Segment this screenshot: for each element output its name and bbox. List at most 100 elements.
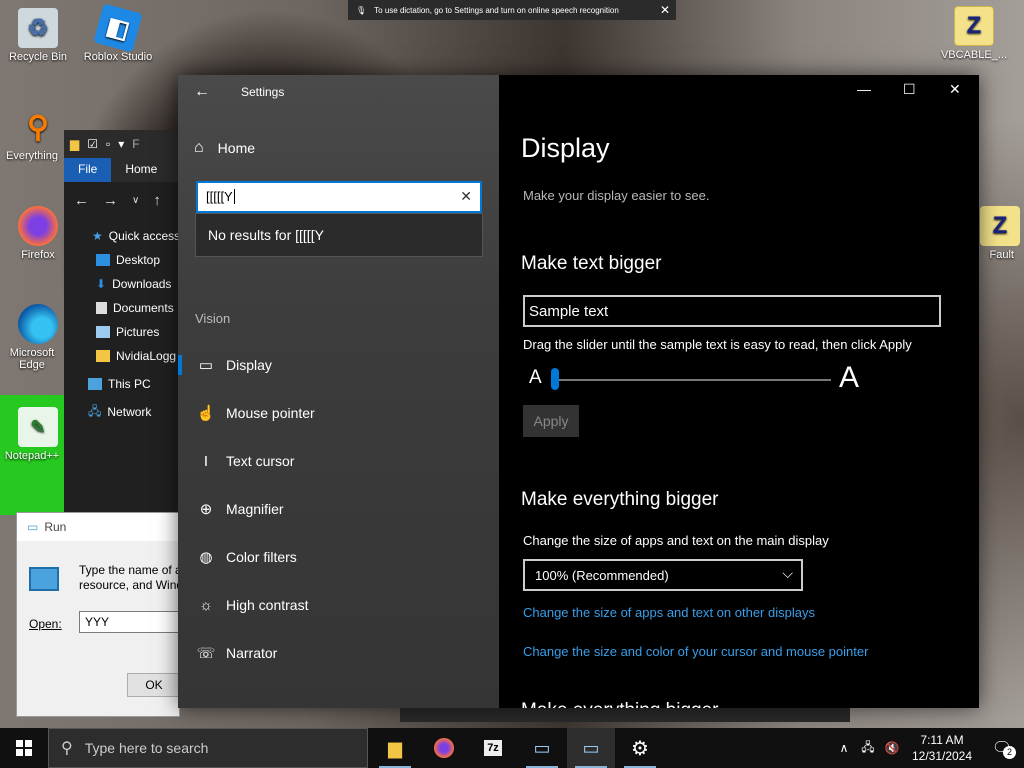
notification-center-button[interactable]: 🗨 2 [980, 738, 1024, 759]
up-arrow-icon[interactable]: ↑ [153, 192, 161, 209]
recycle-bin-icon: ♻ [18, 8, 58, 48]
apply-button[interactable]: Apply [523, 405, 579, 437]
nav-item-label: Mouse pointer [226, 405, 315, 421]
tree-item-network[interactable]: 🖧 Network [64, 400, 184, 424]
properties-icon[interactable]: ☑ [87, 137, 98, 151]
taskbar-run[interactable]: ▭ [518, 728, 566, 768]
settings-search-input[interactable]: [[[[[Y ✕ [196, 181, 482, 213]
search-input-value: [[[[[Y [206, 189, 233, 204]
tree-item-nvidialogg[interactable]: NvidiaLogg [64, 344, 184, 368]
contrast-icon: ☼ [199, 596, 213, 614]
taskbar-firefox[interactable] [420, 728, 468, 768]
tree-item-label: Documents [113, 301, 174, 315]
chevron-down-icon[interactable]: ∨ [132, 195, 139, 206]
link-other-displays[interactable]: Change the size of apps and text on othe… [523, 605, 815, 620]
close-icon[interactable]: ✕ [949, 81, 961, 98]
nav-home[interactable]: ⌂ Home [194, 139, 255, 157]
run-dialog: ▭ Run Type the name of a resource, and W… [16, 512, 181, 717]
heading-make-text-bigger: Make text bigger [521, 253, 662, 274]
taskbar-run-2[interactable]: ▭ [567, 728, 615, 768]
nav-item-label: Magnifier [226, 501, 284, 517]
tab-home[interactable]: Home [111, 158, 171, 182]
minimize-icon[interactable]: — [857, 81, 871, 97]
windows-logo-icon [16, 740, 32, 756]
forward-arrow-icon[interactable]: → [103, 192, 118, 209]
nav-item-display[interactable]: ▭ Display [178, 345, 499, 385]
scale-label: Change the size of apps and text on the … [523, 533, 829, 548]
pictures-icon [96, 326, 110, 338]
back-arrow-icon[interactable]: ← [74, 192, 89, 209]
edge-icon [18, 304, 58, 344]
folder-icon: ▆ [70, 137, 80, 151]
file-explorer-icon: ▆ [388, 737, 402, 758]
heading-make-everything-bigger: Make everything bigger [521, 489, 719, 510]
run-program-icon [29, 567, 59, 591]
tree-item-desktop[interactable]: Desktop [64, 248, 184, 272]
file-explorer-window: ▆ ☑ ▫ ▾ F File Home ← → ∨ ↑ ★ Quick acces… [64, 130, 184, 530]
desktop-icon-label: VBCABLE_... [940, 49, 1008, 61]
tree-item-label: This PC [108, 377, 151, 391]
nav-item-text-cursor[interactable]: I Text cursor [178, 441, 499, 481]
7zip-icon: 7z [484, 740, 502, 756]
text-size-slider-track[interactable] [555, 379, 831, 381]
scale-dropdown[interactable]: 100% (Recommended) ⌵ [523, 559, 803, 591]
narrator-icon: ☏ [196, 645, 216, 662]
dictation-notification-bar: 🎙 To use dictation, go to Settings and t… [348, 0, 676, 20]
tree-item-documents[interactable]: Documents [64, 296, 184, 320]
run-icon-2: ▭ [582, 737, 600, 758]
network-icon[interactable]: 🖧 [856, 738, 880, 759]
tree-item-label: Desktop [116, 253, 161, 267]
back-arrow-icon[interactable]: ← [194, 83, 210, 101]
run-icon: ▭ [533, 737, 551, 758]
desktop-folder-icon [96, 254, 110, 266]
desktop-icon-recycle-bin[interactable]: ♻ Recycle Bin [0, 8, 76, 63]
tree-item-this-pc[interactable]: This PC [64, 372, 184, 396]
page-subtitle: Make your display easier to see. [523, 188, 710, 203]
system-tray: ∧ 🖧 🔇 7:11 AM 12/31/2024 🗨 2 [832, 728, 1024, 768]
nav-item-color-filters[interactable]: ◍ Color filters [178, 537, 499, 577]
link-cursor-pointer[interactable]: Change the size and color of your cursor… [523, 644, 868, 659]
microphone-icon: 🎙 [356, 5, 367, 15]
tree-item-downloads[interactable]: ⬇ Downloads [64, 272, 184, 296]
nav-item-narrator[interactable]: ☏ Narrator [178, 633, 499, 673]
chevron-down-icon[interactable]: ▾ [118, 137, 124, 151]
nav-item-mouse-pointer[interactable]: ☝ Mouse pointer [178, 393, 499, 433]
nav-item-high-contrast[interactable]: ☼ High contrast [178, 585, 499, 625]
taskbar-file-explorer[interactable]: ▆ [371, 728, 419, 768]
start-button[interactable] [0, 728, 48, 768]
new-folder-icon[interactable]: ▫ [106, 137, 110, 151]
dictation-close-button[interactable]: ✕ [660, 3, 670, 17]
tree-item-quick-access[interactable]: ★ Quick access [64, 224, 184, 248]
chevron-down-icon: ⌵ [782, 565, 793, 581]
nav-item-magnifier[interactable]: ⊕ Magnifier [178, 489, 499, 529]
explorer-nav-buttons: ← → ∨ ↑ [64, 182, 184, 218]
zip-icon: Z [980, 206, 1020, 246]
taskbar-search-box[interactable]: ⚲ Type here to search [48, 728, 368, 768]
small-a-label: A [529, 367, 542, 388]
search-icon: ⚲ [61, 740, 73, 757]
tab-file[interactable]: File [64, 158, 112, 182]
desktop-icon-roblox-studio[interactable]: ◧ Roblox Studio [80, 3, 156, 63]
tree-item-label: Pictures [116, 325, 160, 339]
tree-item-label: Network [107, 405, 152, 419]
tree-item-label: Quick access [108, 229, 181, 243]
download-icon: ⬇ [96, 277, 107, 291]
sample-text-box: Sample text [523, 295, 941, 327]
run-open-input[interactable]: YYY [79, 611, 181, 633]
taskbar-7zip[interactable]: 7z [469, 728, 517, 768]
chevron-up-icon[interactable]: ∧ [832, 741, 856, 755]
clear-search-icon[interactable]: ✕ [460, 188, 472, 205]
text-size-slider-thumb[interactable] [551, 368, 559, 390]
navigation-pane: ★ Quick access Desktop ⬇ Downloads Documen… [64, 218, 184, 424]
tree-item-pictures[interactable]: Pictures [64, 320, 184, 344]
dictation-message: To use dictation, go to Settings and tur… [374, 5, 619, 15]
maximize-icon[interactable]: ☐ [903, 81, 916, 98]
volume-muted-icon[interactable]: 🔇 [880, 741, 904, 755]
clock-date: 12/31/2024 [911, 749, 973, 763]
clock[interactable]: 7:11 AM 12/31/2024 [904, 732, 980, 764]
run-icon: ▭ [27, 520, 39, 534]
taskbar-settings[interactable]: ⚙ [616, 728, 664, 768]
desktop-icon-vbcable[interactable]: Z VBCABLE_... [936, 6, 1012, 61]
run-ok-button[interactable]: OK [127, 673, 181, 697]
roblox-studio-icon: ◧ [93, 3, 143, 53]
